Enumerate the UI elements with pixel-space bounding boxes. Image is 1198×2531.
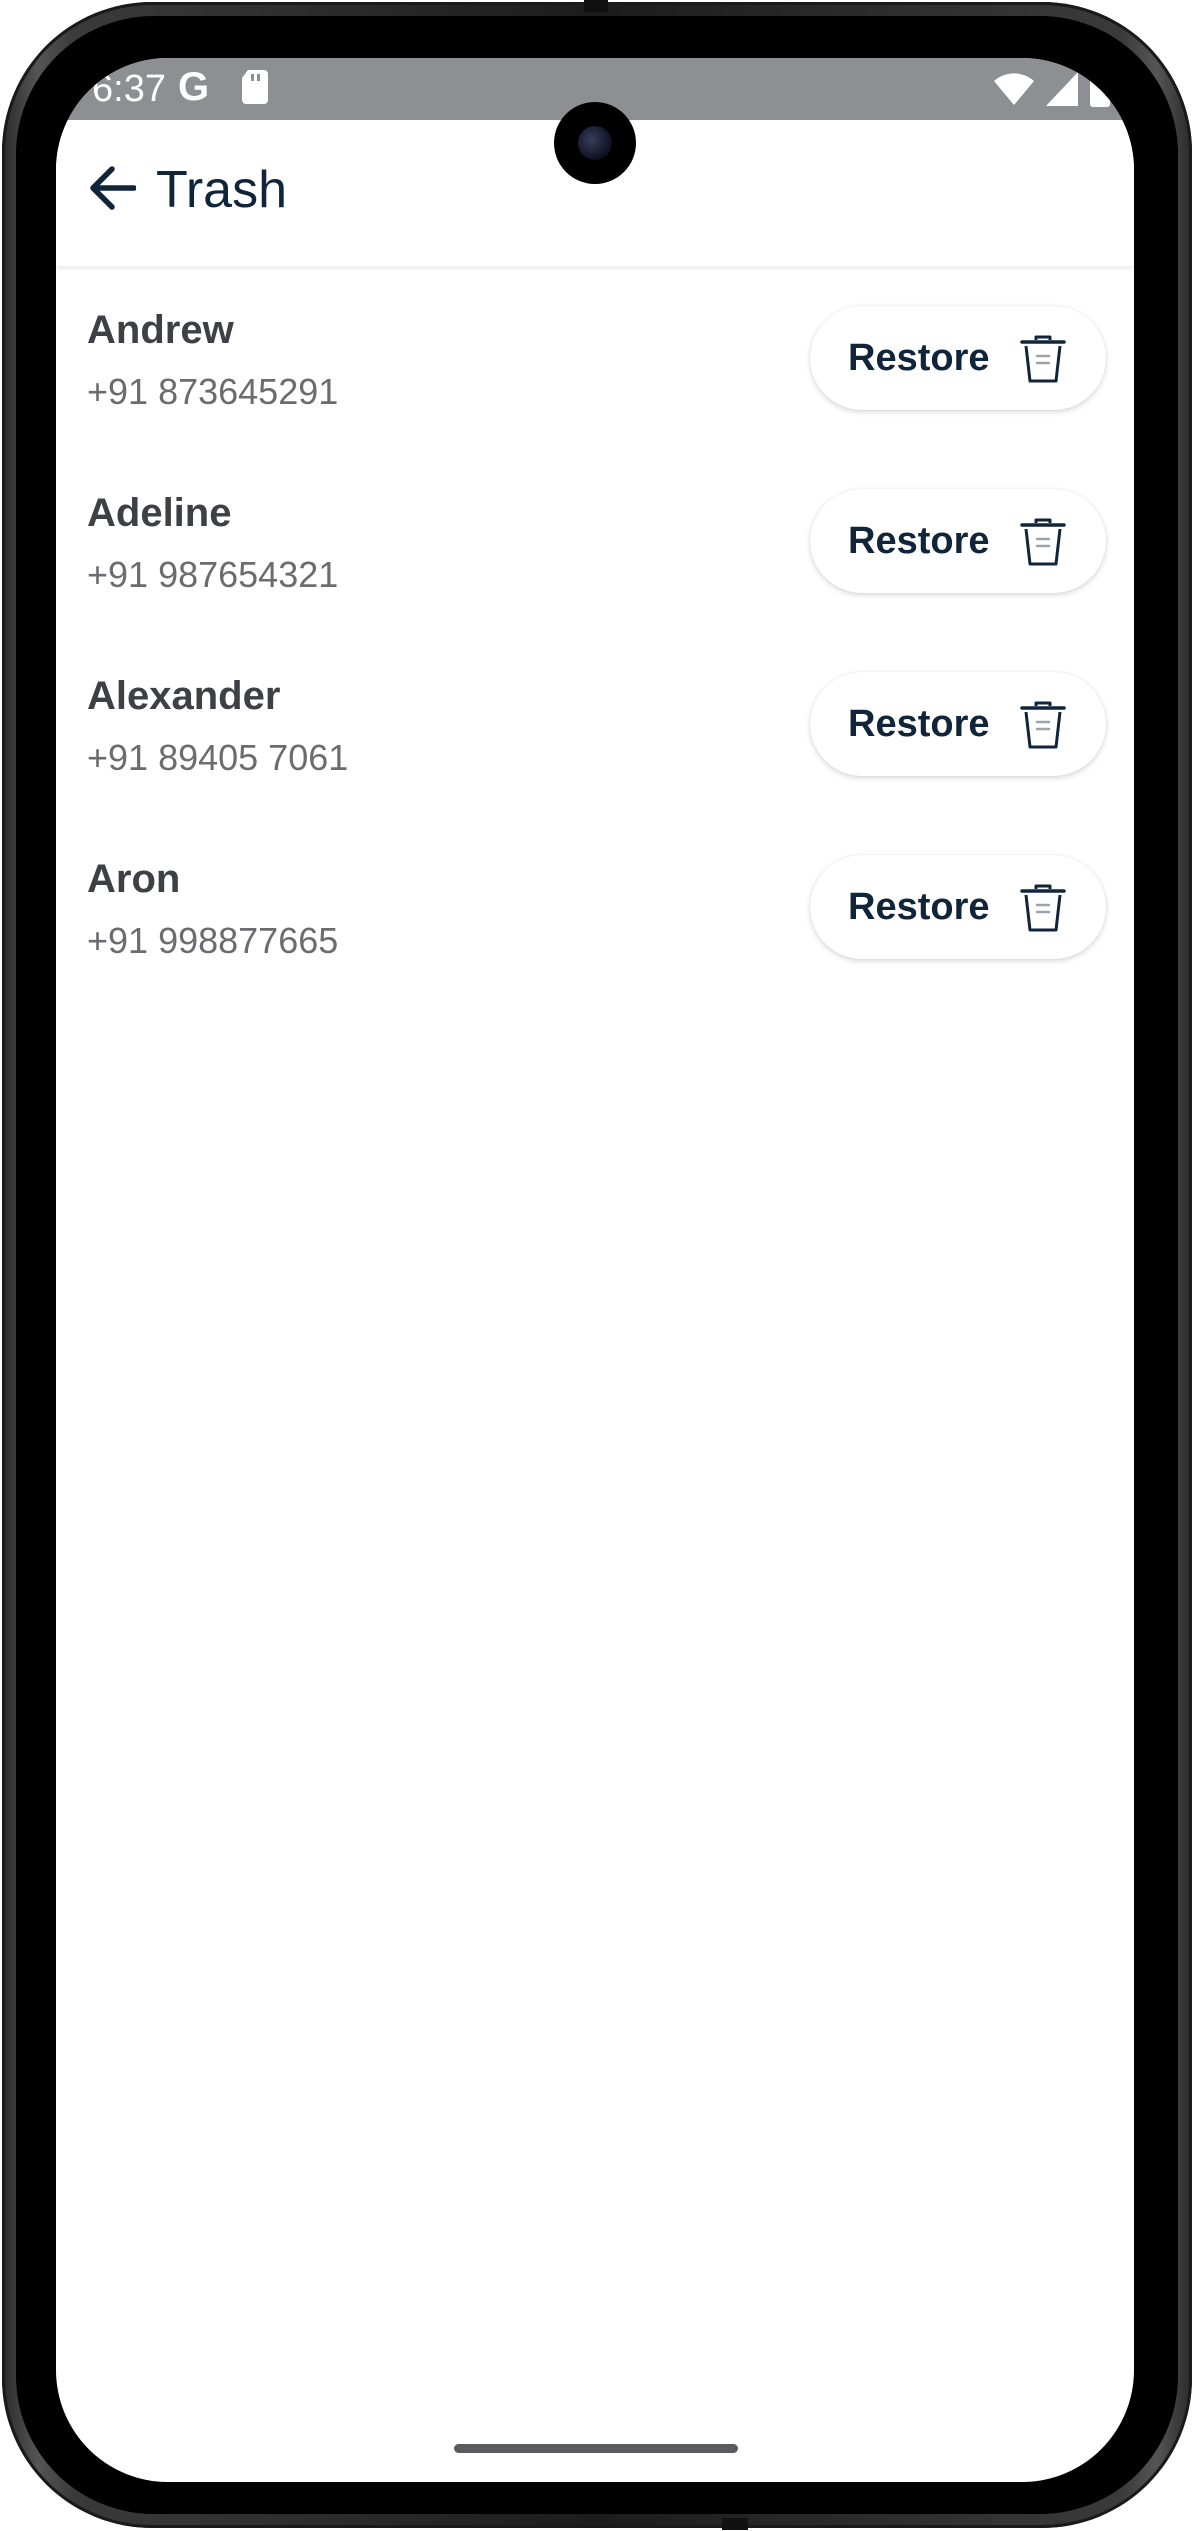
contact-phone: +91 873645291 <box>87 371 339 412</box>
trash-can-icon <box>1020 701 1066 749</box>
frame-bottom-notch <box>722 2518 748 2530</box>
page-title: Trash <box>156 161 287 219</box>
trash-can-icon <box>1020 518 1066 566</box>
contact-name: Aron <box>87 857 181 901</box>
contact-row: Adeline +91 987654321 Restore <box>56 449 1134 632</box>
restore-button[interactable]: Restore <box>810 489 1106 593</box>
trash-can-icon <box>1020 884 1066 932</box>
battery-icon <box>1090 71 1110 107</box>
restore-button-label: Restore <box>848 703 990 745</box>
restore-button[interactable]: Restore <box>810 306 1106 410</box>
phone-screen: 6:37 G Trash Andrew +91 873645291 Restor… <box>56 58 1134 2482</box>
restore-button-label: Restore <box>848 520 990 562</box>
status-time: 6:37 <box>92 68 166 110</box>
google-g-icon: G <box>178 65 210 109</box>
contact-row: Alexander +91 89405 7061 Restore <box>56 632 1134 815</box>
contact-name: Andrew <box>87 308 234 352</box>
frame-top-notch <box>584 0 608 12</box>
front-camera <box>554 102 636 184</box>
wifi-icon <box>994 73 1034 105</box>
home-indicator[interactable] <box>454 2444 738 2453</box>
contact-phone: +91 998877665 <box>87 920 339 961</box>
restore-button-label: Restore <box>848 337 990 379</box>
contact-name: Alexander <box>87 674 281 718</box>
back-button[interactable] <box>86 162 138 214</box>
restore-button[interactable]: Restore <box>810 672 1106 776</box>
signal-icon <box>1046 72 1078 106</box>
trash-can-icon <box>1020 335 1066 383</box>
arrow-left-icon <box>90 166 136 210</box>
restore-button-label: Restore <box>848 886 990 928</box>
contact-row: Aron +91 998877665 Restore <box>56 815 1134 998</box>
contact-row: Andrew +91 873645291 Restore <box>56 266 1134 449</box>
contact-phone: +91 89405 7061 <box>87 737 349 778</box>
restore-button[interactable]: Restore <box>810 855 1106 959</box>
status-icons <box>994 70 1110 108</box>
device-stage: 6:37 G Trash Andrew +91 873645291 Restor… <box>0 0 1198 2531</box>
trash-contact-list: Andrew +91 873645291 Restore Adeline +91… <box>56 266 1134 998</box>
sd-card-icon <box>242 70 268 104</box>
contact-phone: +91 987654321 <box>87 554 339 595</box>
contact-name: Adeline <box>87 491 232 535</box>
